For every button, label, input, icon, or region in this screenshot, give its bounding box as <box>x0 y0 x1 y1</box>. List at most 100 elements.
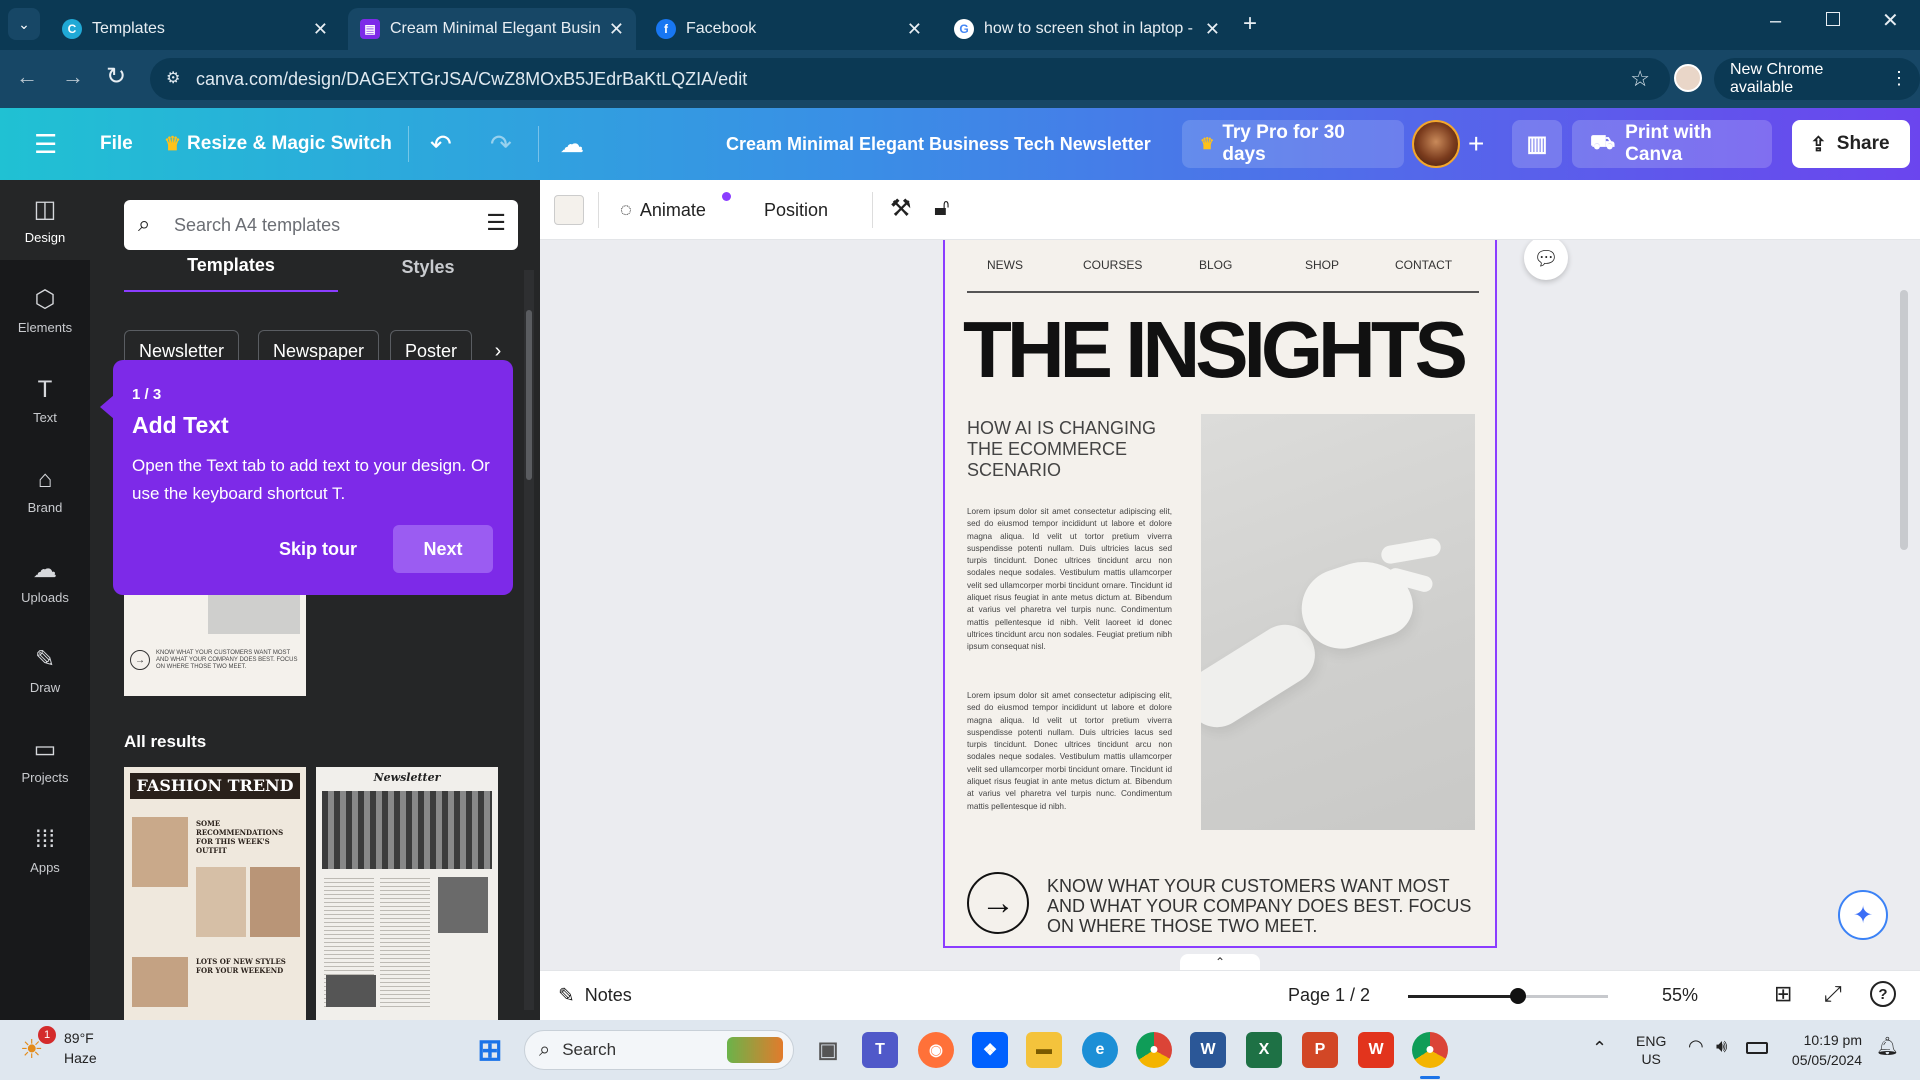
comment-button[interactable]: 💬︎ <box>1524 240 1568 280</box>
close-icon[interactable]: ✕ <box>1205 19 1220 40</box>
tab-search-button[interactable]: ⌄ <box>8 8 40 40</box>
language-indicator[interactable]: ENG US <box>1636 1032 1666 1068</box>
add-collaborator-icon[interactable]: + <box>1468 108 1484 180</box>
edge-icon[interactable]: e <box>1082 1032 1118 1068</box>
rail-item-apps[interactable]: ⁞⁞⁞ Apps <box>0 810 90 890</box>
robot-hand-image[interactable] <box>1201 414 1475 830</box>
chrome-update-button[interactable]: New Chrome available ⋮ <box>1714 58 1920 100</box>
dropbox-icon[interactable]: ❖ <box>972 1032 1008 1068</box>
browser-tab-active[interactable]: ▤ Cream Minimal Elegant Busines ✕ <box>348 8 636 50</box>
teams-icon[interactable]: T <box>862 1032 898 1068</box>
template-thumbnail[interactable]: Newsletter <box>316 767 498 1020</box>
resize-magic-switch-button[interactable]: ♛ Resize & Magic Switch <box>164 108 392 180</box>
show-hidden-icons[interactable]: ⌃ <box>1592 1038 1607 1059</box>
site-info-icon[interactable]: ⚙ <box>166 68 180 88</box>
nav-courses[interactable]: COURSES <box>1083 258 1142 272</box>
cloud-saved-icon[interactable]: ☁ <box>560 108 584 180</box>
weather-widget[interactable]: ☀ 1 89°F Haze <box>20 1026 140 1072</box>
body-paragraph[interactable]: Lorem ipsum dolor sit amet consectetur a… <box>967 690 1172 813</box>
rail-item-design[interactable]: ◫ Design <box>0 180 90 260</box>
template-thumbnail[interactable]: → KNOW WHAT YOUR CUSTOMERS WANT MOST AND… <box>124 590 306 696</box>
lock-icon[interactable]: 🔓︎ <box>934 194 950 222</box>
window-close-button[interactable]: ✕ <box>1882 8 1899 33</box>
template-thumbnail[interactable]: FASHION TREND SOME RECOMMENDATIONS FOR T… <box>124 767 306 1020</box>
back-icon[interactable]: ← <box>16 64 38 90</box>
avatar[interactable] <box>1412 120 1460 168</box>
share-button[interactable]: ⇪ Share <box>1792 120 1910 168</box>
browser-tab[interactable]: f Facebook ✕ <box>644 8 934 50</box>
powerpoint-icon[interactable]: P <box>1302 1032 1338 1068</box>
nav-contact[interactable]: CONTACT <box>1395 258 1452 272</box>
firefox-icon[interactable]: ◉ <box>918 1032 954 1068</box>
undo-icon[interactable]: ↶ <box>430 108 452 180</box>
analytics-button[interactable]: ▥ <box>1512 120 1562 168</box>
rail-item-draw[interactable]: ✎ Draw <box>0 630 90 710</box>
show-pages-handle[interactable]: ⌃ <box>1180 954 1260 970</box>
background-color-swatch[interactable] <box>554 195 584 225</box>
design-page[interactable]: NEWS COURSES BLOG SHOP CONTACT THE INSIG… <box>943 240 1497 948</box>
tab-templates[interactable]: Templates <box>124 252 338 292</box>
task-view-icon[interactable]: ▣ <box>810 1032 846 1068</box>
rail-item-uploads[interactable]: ☁ Uploads <box>0 540 90 620</box>
search-input[interactable]: ⌕ Search A4 templates ☰ <box>124 200 518 250</box>
subheadline[interactable]: HOW AI IS CHANGING THE ECOMMERCE SCENARI… <box>967 418 1167 481</box>
word-icon[interactable]: W <box>1190 1032 1226 1068</box>
clock[interactable]: 10:19 pm 05/05/2024 <box>1782 1030 1862 1070</box>
panel-scrollbar[interactable] <box>524 270 534 1010</box>
position-button[interactable]: Position <box>764 180 828 240</box>
try-pro-button[interactable]: ♛ Try Pro for 30 days <box>1182 120 1404 168</box>
print-with-canva-button[interactable]: ⛟ Print with Canva <box>1572 120 1772 168</box>
nav-news[interactable]: NEWS <box>987 258 1023 272</box>
chrome-profile-icon[interactable]: ● <box>1412 1032 1448 1068</box>
filter-icon[interactable]: ☰ <box>486 210 506 236</box>
profile-avatar[interactable] <box>1674 64 1702 92</box>
browser-tab[interactable]: G how to screen shot in laptop - G ✕ <box>942 8 1232 50</box>
zoom-value[interactable]: 55% <box>1662 985 1698 1006</box>
excel-icon[interactable]: X <box>1246 1032 1282 1068</box>
more-icon[interactable]: ⋮ <box>1890 68 1908 89</box>
headline[interactable]: THE INSIGHTS <box>963 306 1483 394</box>
close-icon[interactable]: ✕ <box>313 19 328 40</box>
close-icon[interactable]: ✕ <box>609 19 624 40</box>
rail-item-projects[interactable]: ▭ Projects <box>0 720 90 800</box>
file-explorer-icon[interactable]: ▬ <box>1026 1032 1062 1068</box>
wps-icon[interactable]: W <box>1358 1032 1394 1068</box>
bookmark-star-icon[interactable]: ☆ <box>1630 66 1650 92</box>
grid-view-icon[interactable]: ⊞ <box>1774 981 1792 1007</box>
new-tab-button[interactable]: + <box>1243 10 1257 38</box>
minimize-button[interactable]: – <box>1770 10 1781 33</box>
volume-icon[interactable]: 🔊︎ <box>1716 1036 1727 1057</box>
rail-item-brand[interactable]: ⌂ Brand <box>0 450 90 530</box>
magic-assistant-button[interactable]: ✦ <box>1838 890 1888 940</box>
document-title[interactable]: Cream Minimal Elegant Business Tech News… <box>726 108 1151 180</box>
forward-icon[interactable]: → <box>62 64 84 90</box>
menu-icon[interactable]: ☰ <box>34 108 57 180</box>
battery-icon[interactable] <box>1746 1042 1768 1054</box>
skip-tour-button[interactable]: Skip tour <box>263 525 373 573</box>
body-paragraph[interactable]: Lorem ipsum dolor sit amet consectetur a… <box>967 506 1172 654</box>
browser-tab[interactable]: C Templates ✕ <box>50 8 340 50</box>
url-bar[interactable]: ⚙ canva.com/design/DAGEXTGrJSA/CwZ8MOxB5… <box>150 58 1670 100</box>
stage-scrollbar[interactable] <box>1900 290 1908 550</box>
zoom-slider-thumb[interactable] <box>1510 988 1526 1004</box>
scroll-thumb[interactable] <box>526 310 532 480</box>
reload-icon[interactable]: ↻ <box>106 62 126 91</box>
rail-item-elements[interactable]: ⬡ Elements <box>0 270 90 350</box>
wifi-icon[interactable]: ◠ <box>1688 1036 1704 1057</box>
page-indicator[interactable]: Page 1 / 2 <box>1288 985 1370 1006</box>
next-button[interactable]: Next <box>393 525 493 573</box>
fullscreen-icon[interactable]: ⤢ <box>1824 981 1842 1007</box>
zoom-slider[interactable] <box>1408 988 1608 1004</box>
rail-item-text[interactable]: T Text <box>0 360 90 440</box>
tab-styles[interactable]: Styles <box>338 252 518 292</box>
maximize-button[interactable] <box>1826 12 1840 26</box>
footer-text[interactable]: KNOW WHAT YOUR CUSTOMERS WANT MOST AND W… <box>1047 876 1487 936</box>
notification-bell-icon[interactable]: 🔔︎ <box>1876 1036 1899 1057</box>
nav-shop[interactable]: SHOP <box>1305 258 1339 272</box>
help-icon[interactable]: ? <box>1870 981 1896 1007</box>
taskbar-search[interactable]: ⌕ Search <box>524 1030 794 1070</box>
animate-button[interactable]: ◌ Animate <box>620 180 731 240</box>
copy-style-icon[interactable]: ⚒ <box>890 194 912 223</box>
close-icon[interactable]: ✕ <box>907 19 922 40</box>
windows-start-icon[interactable]: ⊞ <box>472 1032 508 1068</box>
